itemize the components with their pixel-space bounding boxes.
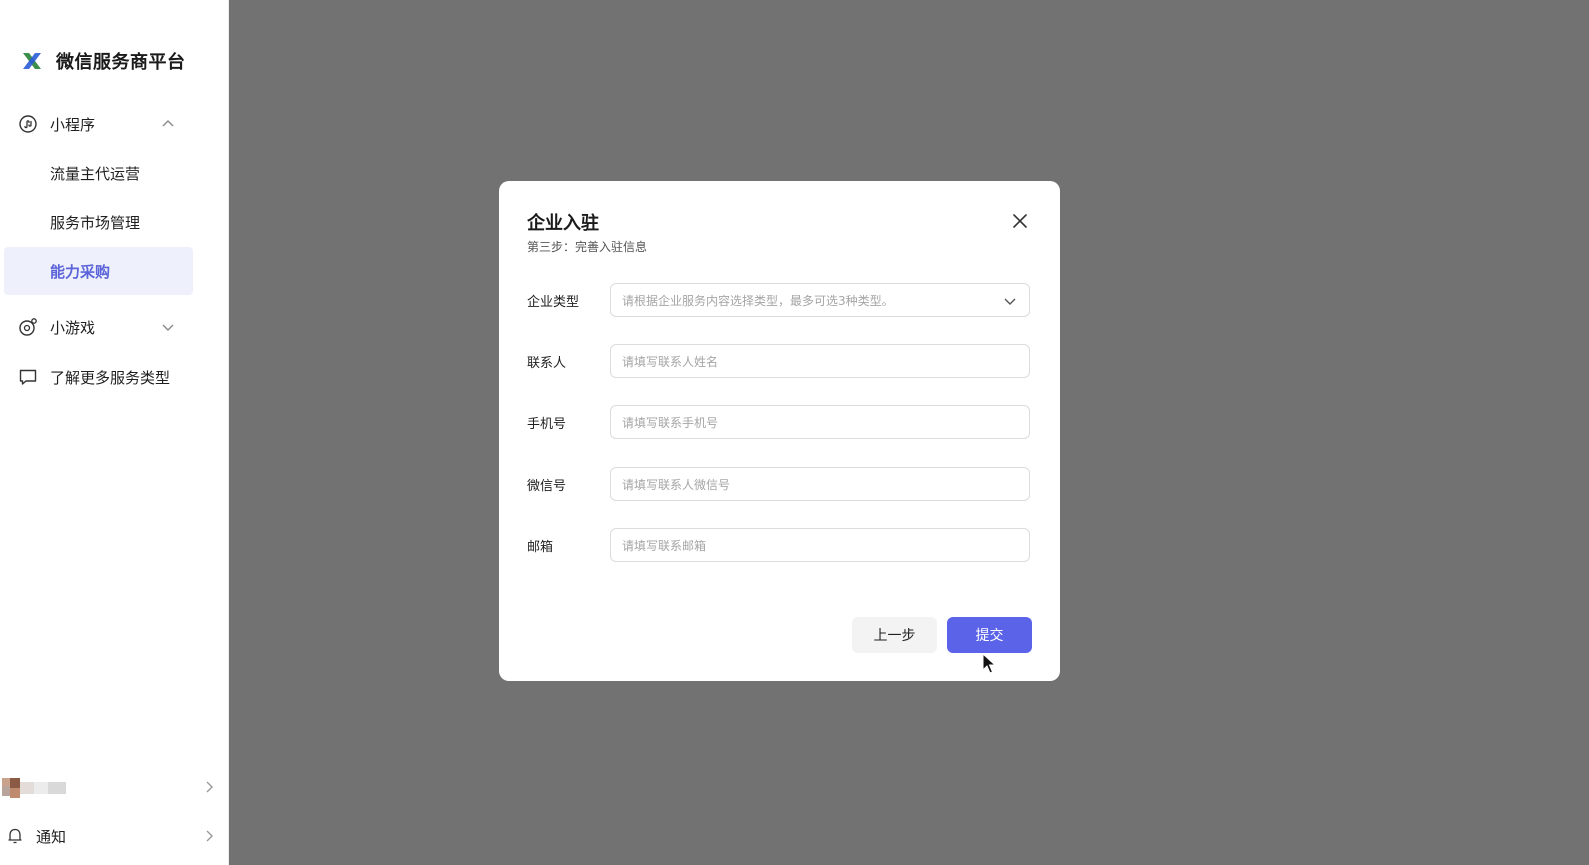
input-placeholder: 请填写联系手机号: [622, 415, 719, 430]
mouse-cursor-icon: [982, 653, 996, 674]
sidebar-item-label: 流量主代运营: [50, 164, 141, 183]
wechat-service-logo-icon: [23, 53, 41, 69]
chevron-up-icon[interactable]: [160, 116, 176, 132]
brand-title: 微信服务商平台: [56, 52, 186, 73]
brand: 微信服务商平台: [20, 48, 186, 74]
input-placeholder: 请填写联系人微信号: [622, 477, 731, 492]
submit-button[interactable]: 提交: [947, 617, 1032, 653]
sidebar-item-traffic-operation[interactable]: 流量主代运营: [4, 149, 193, 197]
select-placeholder: 请根据企业服务内容选择类型，最多可选3种类型。: [622, 293, 894, 308]
chevron-right-icon[interactable]: [202, 780, 216, 794]
contact-name-label: 联系人: [527, 356, 567, 371]
mini-game-icon: [19, 318, 37, 336]
nav-group-mini-program[interactable]: 小程序: [0, 104, 228, 144]
sidebar-item-capability-purchase[interactable]: 能力采购: [4, 247, 193, 295]
sidebar-item-label: 能力采购: [50, 262, 111, 281]
email-input[interactable]: 请填写联系邮箱: [610, 528, 1030, 562]
user-account-row[interactable]: [0, 774, 228, 800]
nav-group-mini-game[interactable]: 小游戏: [0, 307, 228, 347]
nav-group-label: 小游戏: [50, 318, 96, 337]
chevron-right-icon[interactable]: [202, 829, 216, 843]
notification-label: 通知: [36, 827, 67, 846]
input-placeholder: 请填写联系邮箱: [622, 538, 707, 553]
notification-row[interactable]: 通知: [0, 822, 228, 850]
close-icon[interactable]: [1010, 211, 1030, 231]
bell-icon: [8, 828, 22, 844]
chat-bubble-icon: [19, 369, 37, 385]
nav-group-label: 小程序: [50, 115, 96, 134]
email-label: 邮箱: [527, 540, 554, 555]
input-placeholder: 请填写联系人姓名: [622, 354, 719, 369]
enterprise-onboarding-modal: 企业入驻 第三步：完善入驻信息 企业类型 请根据企业服务内容选择类型，最多可选3…: [499, 181, 1060, 681]
sidebar-item-service-market[interactable]: 服务市场管理: [4, 198, 193, 246]
chevron-down-icon[interactable]: [160, 319, 176, 335]
mini-program-icon: [19, 115, 37, 133]
avatar: [2, 778, 66, 798]
modal-title: 企业入驻: [527, 213, 599, 234]
enterprise-type-label: 企业类型: [527, 295, 580, 310]
phone-label: 手机号: [527, 417, 567, 432]
phone-input[interactable]: 请填写联系手机号: [610, 405, 1030, 439]
nav-item-more-services[interactable]: 了解更多服务类型: [0, 357, 228, 397]
contact-name-input[interactable]: 请填写联系人姓名: [610, 344, 1030, 378]
nav-item-label: 了解更多服务类型: [50, 368, 171, 387]
modal-step-subtitle: 第三步：完善入驻信息: [527, 240, 648, 254]
chevron-down-icon: [1004, 298, 1016, 305]
wechat-id-label: 微信号: [527, 479, 567, 494]
sidebar: 微信服务商平台 小程序 流量主代运营 服务市场管理 能力采购 小游戏 了解更多服…: [0, 0, 229, 865]
sidebar-item-label: 服务市场管理: [50, 213, 141, 232]
wechat-id-input[interactable]: 请填写联系人微信号: [610, 467, 1030, 501]
previous-step-button[interactable]: 上一步: [852, 617, 937, 653]
enterprise-type-select[interactable]: 请根据企业服务内容选择类型，最多可选3种类型。: [610, 283, 1030, 317]
